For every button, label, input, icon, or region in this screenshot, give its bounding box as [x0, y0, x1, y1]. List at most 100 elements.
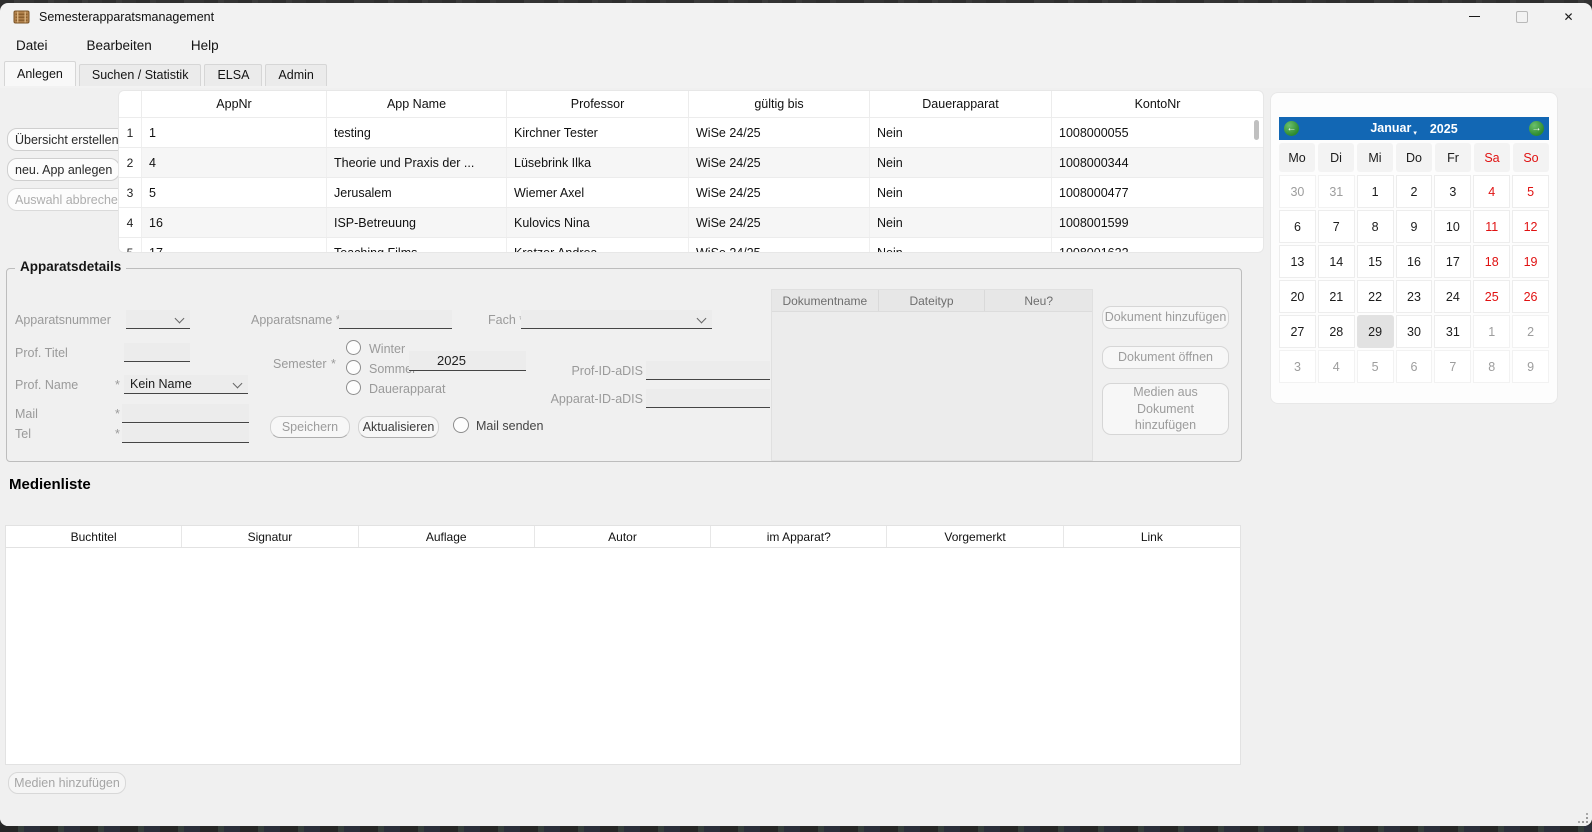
table-row[interactable]: 11testingKirchner TesterWiSe 24/25Nein10… — [119, 118, 1263, 148]
calendar-day[interactable]: 24 — [1434, 280, 1471, 313]
übersicht-erstellen-button[interactable]: Übersicht erstellen — [7, 128, 127, 151]
tab-admin[interactable]: Admin — [265, 64, 326, 86]
calendar-day[interactable]: 6 — [1279, 210, 1316, 243]
column-header-kontonr[interactable]: KontoNr — [1051, 91, 1263, 117]
apparatsname-input[interactable] — [339, 310, 452, 329]
calendar-day[interactable]: 4 — [1318, 350, 1355, 383]
winter-radio[interactable] — [346, 340, 361, 355]
calendar-day[interactable]: 31 — [1318, 175, 1355, 208]
column-header-app-name[interactable]: App Name — [326, 91, 506, 117]
calendar-day[interactable]: 5 — [1512, 175, 1549, 208]
sommer-radio[interactable] — [346, 360, 361, 375]
calendar-day[interactable]: 4 — [1473, 175, 1510, 208]
column-header-gültig-bis[interactable]: gültig bis — [688, 91, 869, 117]
medien-aus-dokument-hinzufügen-button[interactable]: Medien aus Dokument hinzufügen — [1102, 383, 1229, 435]
fach-dropdown[interactable] — [521, 310, 712, 329]
app-icon[interactable] — [12, 8, 30, 25]
resize-grip[interactable] — [1577, 812, 1589, 824]
calendar-day[interactable]: 29 — [1357, 315, 1394, 348]
medien-hinzufuegen-button[interactable]: Medien hinzufügen — [8, 772, 126, 794]
calendar-day[interactable]: 25 — [1473, 280, 1510, 313]
calendar-day[interactable]: 23 — [1396, 280, 1433, 313]
calendar-day[interactable]: 19 — [1512, 245, 1549, 278]
tab-elsa[interactable]: ELSA — [204, 64, 262, 86]
calendar-day[interactable]: 30 — [1279, 175, 1316, 208]
minimize-button[interactable] — [1451, 3, 1498, 30]
table-row[interactable]: 35JerusalemWiemer AxelWiSe 24/25Nein1008… — [119, 178, 1263, 208]
auswahl-abbrechen-button[interactable]: Auswahl abbrechen — [7, 188, 133, 211]
table-row[interactable]: 517Teaching FilmsKratzer AndreaWiSe 24/2… — [119, 238, 1263, 253]
column-header-professor[interactable]: Professor — [506, 91, 688, 117]
prof-name-dropdown[interactable]: Kein Name — [124, 375, 248, 394]
tel-input[interactable] — [122, 424, 249, 443]
calendar-day[interactable]: 10 — [1434, 210, 1471, 243]
calendar-day[interactable]: 2 — [1396, 175, 1433, 208]
tab-anlegen[interactable]: Anlegen — [4, 61, 76, 86]
column-header-appnr[interactable]: AppNr — [141, 91, 326, 117]
prof-titel-input[interactable] — [124, 343, 190, 362]
mail-senden-radio[interactable] — [453, 417, 469, 433]
calendar-title[interactable]: Januar 2025 — [1370, 121, 1457, 137]
media-column-link[interactable]: Link — [1064, 526, 1240, 547]
calendar-day[interactable]: 11 — [1473, 210, 1510, 243]
maximize-button[interactable] — [1498, 3, 1545, 30]
calendar-day[interactable]: 13 — [1279, 245, 1316, 278]
mail-input[interactable] — [122, 404, 249, 423]
table-row[interactable]: 416ISP-BetreuungKulovics NinaWiSe 24/25N… — [119, 208, 1263, 238]
calendar-day[interactable]: 2 — [1512, 315, 1549, 348]
calendar-day[interactable]: 12 — [1512, 210, 1549, 243]
calendar-day[interactable]: 18 — [1473, 245, 1510, 278]
calendar-next-icon[interactable] — [1529, 121, 1544, 136]
menu-item-bearbeiten[interactable]: Bearbeiten — [79, 34, 160, 57]
calendar-day[interactable]: 21 — [1318, 280, 1355, 313]
calendar-month[interactable]: Januar — [1370, 121, 1417, 137]
calendar-day[interactable]: 7 — [1434, 350, 1471, 383]
neu-app-anlegen-button[interactable]: neu. App anlegen — [7, 158, 120, 181]
media-column-im-apparat[interactable]: im Apparat? — [711, 526, 887, 547]
dokument-öffnen-button[interactable]: Dokument öffnen — [1102, 346, 1229, 369]
dokument-hinzufügen-button[interactable]: Dokument hinzufügen — [1102, 306, 1229, 329]
media-column-vorgemerkt[interactable]: Vorgemerkt — [887, 526, 1063, 547]
calendar-day[interactable]: 20 — [1279, 280, 1316, 313]
calendar-day[interactable]: 26 — [1512, 280, 1549, 313]
calendar-day[interactable]: 1 — [1473, 315, 1510, 348]
calendar-day[interactable]: 15 — [1357, 245, 1394, 278]
calendar-day[interactable]: 16 — [1396, 245, 1433, 278]
calendar-year[interactable]: 2025 — [1430, 122, 1458, 136]
menu-item-datei[interactable]: Datei — [8, 34, 56, 57]
calendar-day[interactable]: 3 — [1279, 350, 1316, 383]
media-column-signatur[interactable]: Signatur — [182, 526, 358, 547]
media-column-buchtitel[interactable]: Buchtitel — [6, 526, 182, 547]
calendar-day[interactable]: 8 — [1473, 350, 1510, 383]
scrollbar-thumb[interactable] — [1254, 120, 1259, 140]
calendar-day[interactable]: 17 — [1434, 245, 1471, 278]
speichern-button[interactable]: Speichern — [270, 416, 350, 438]
tab-suchen-statistik[interactable]: Suchen / Statistik — [79, 64, 202, 86]
calendar-day[interactable]: 8 — [1357, 210, 1394, 243]
calendar-day[interactable]: 27 — [1279, 315, 1316, 348]
media-column-auflage[interactable]: Auflage — [359, 526, 535, 547]
aktualisieren-button[interactable]: Aktualisieren — [358, 416, 439, 438]
prof-id-adis-input[interactable] — [646, 361, 770, 380]
calendar-day[interactable]: 31 — [1434, 315, 1471, 348]
apparat-id-adis-input[interactable] — [646, 389, 770, 408]
table-row[interactable]: 24Theorie und Praxis der ...Lüsebrink Il… — [119, 148, 1263, 178]
media-column-autor[interactable]: Autor — [535, 526, 711, 547]
apps-table-scrollbar[interactable] — [1252, 120, 1260, 248]
column-header-dauerapparat[interactable]: Dauerapparat — [869, 91, 1051, 117]
calendar-day[interactable]: 30 — [1396, 315, 1433, 348]
calendar-day[interactable]: 1 — [1357, 175, 1394, 208]
apparatsnummer-dropdown[interactable] — [126, 310, 190, 329]
calendar-day[interactable]: 5 — [1357, 350, 1394, 383]
calendar-day[interactable]: 9 — [1512, 350, 1549, 383]
menu-item-help[interactable]: Help — [183, 34, 227, 57]
year-input[interactable]: 2025 — [409, 351, 526, 371]
calendar-prev-icon[interactable] — [1284, 121, 1299, 136]
calendar-day[interactable]: 28 — [1318, 315, 1355, 348]
dauerapparat-radio[interactable] — [346, 380, 361, 395]
close-button[interactable] — [1545, 3, 1592, 30]
calendar-day[interactable]: 7 — [1318, 210, 1355, 243]
calendar-day[interactable]: 14 — [1318, 245, 1355, 278]
calendar-day[interactable]: 3 — [1434, 175, 1471, 208]
calendar-day[interactable]: 9 — [1396, 210, 1433, 243]
